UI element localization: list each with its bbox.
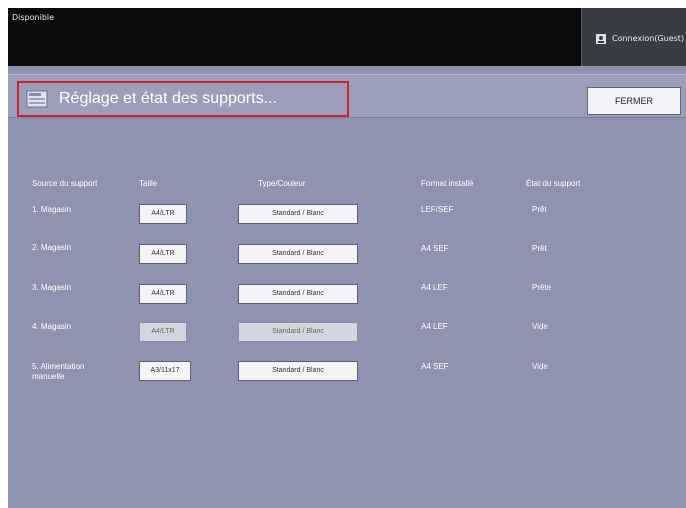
row-source: 4. Magasin bbox=[32, 322, 72, 331]
row-source: 5. Alimentation manuelle bbox=[32, 362, 85, 381]
size-button[interactable]: A4/LTR bbox=[139, 322, 187, 342]
row-format: A4 SEF bbox=[421, 244, 449, 253]
column-header-source: Source du support bbox=[32, 179, 98, 188]
media-panel: Réglage et état des supports... FERMER S… bbox=[8, 66, 686, 508]
row-status: Vide bbox=[532, 362, 548, 371]
row-status: Prête bbox=[532, 283, 552, 292]
page-title: Réglage et état des supports... bbox=[59, 90, 277, 107]
column-header-status: État du support bbox=[526, 179, 581, 188]
row-source: 1. Magasin bbox=[32, 205, 72, 214]
row-status: Prêt bbox=[532, 244, 547, 253]
tray-icon bbox=[26, 90, 48, 108]
user-label: Connexion(Guest) bbox=[612, 34, 685, 43]
type-button[interactable]: Standard / Blanc bbox=[238, 204, 358, 224]
column-header-size: Taille bbox=[139, 179, 158, 188]
type-button[interactable]: Standard / Blanc bbox=[238, 244, 358, 264]
app-status-title: Disponible bbox=[12, 13, 55, 22]
user-icon bbox=[596, 34, 606, 44]
close-button[interactable]: FERMER bbox=[587, 87, 681, 115]
column-header-format: Format installé bbox=[421, 179, 474, 188]
row-source: 3. Magasin bbox=[32, 283, 72, 292]
size-button[interactable]: A3/11x17 bbox=[139, 361, 191, 381]
column-header-type: Type/Couleur bbox=[258, 179, 306, 188]
type-button[interactable]: Standard / Blanc bbox=[238, 284, 358, 304]
row-format: A4 SEF bbox=[421, 362, 449, 371]
row-source: 2. Magasin bbox=[32, 243, 72, 252]
row-format: LEF/SEF bbox=[421, 205, 454, 214]
title-highlight: Réglage et état des supports... bbox=[17, 81, 349, 117]
type-button[interactable]: Standard / Blanc bbox=[238, 361, 358, 381]
row-status: Vide bbox=[532, 322, 548, 331]
size-button[interactable]: A4/LTR bbox=[139, 204, 187, 224]
row-format: A4 LEF bbox=[421, 283, 448, 292]
panel-header: Réglage et état des supports... FERMER bbox=[8, 74, 686, 118]
size-button[interactable]: A4/LTR bbox=[139, 244, 187, 264]
row-format: A4 LEF bbox=[421, 322, 448, 331]
row-status: Prêt bbox=[532, 205, 547, 214]
size-button[interactable]: A4/LTR bbox=[139, 284, 187, 304]
type-button[interactable]: Standard / Blanc bbox=[238, 322, 358, 342]
user-login-button[interactable]: Connexion(Guest) bbox=[581, 8, 686, 66]
